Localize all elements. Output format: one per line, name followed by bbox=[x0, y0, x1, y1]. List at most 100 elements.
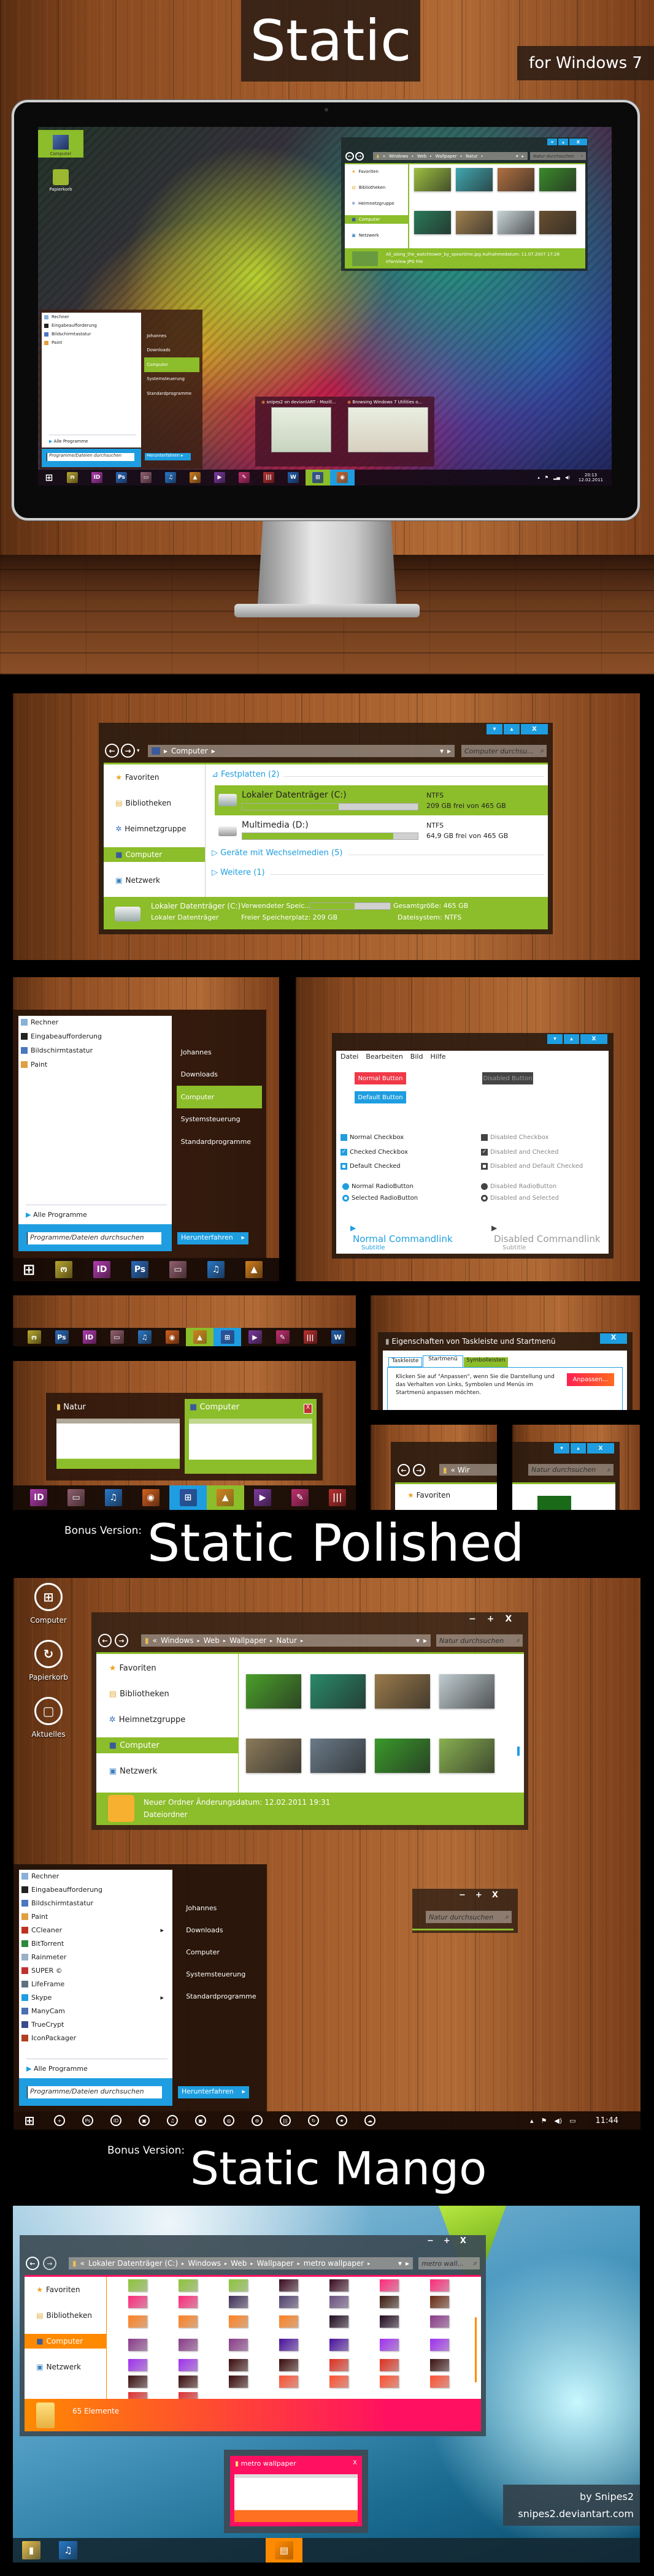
taskbar-button-barcode-app[interactable]: ||| bbox=[296, 1328, 324, 1346]
nav-item-heimnetzgruppe[interactable]: ✲ Heimnetzgruppe bbox=[104, 821, 205, 836]
breadcrumb-natur[interactable]: Natur bbox=[276, 1636, 297, 1645]
minimize-button[interactable]: ▾ bbox=[547, 139, 557, 145]
taskbar-button[interactable]: ☁ bbox=[356, 2111, 384, 2130]
nav-item-heimnetzgruppe[interactable]: ✲ Heimnetzgruppe bbox=[96, 1712, 238, 1728]
nav-item-favoriten[interactable]: ★ Favoriten bbox=[345, 167, 408, 176]
thumbnail[interactable] bbox=[179, 2359, 198, 2371]
tray-expand-icon[interactable]: ▴ bbox=[530, 2117, 534, 2125]
menu-hilfe[interactable]: Hilfe bbox=[430, 1053, 445, 1061]
normal-commandlink[interactable]: ▶ Normal Commandlink Subtitle bbox=[350, 1221, 453, 1251]
program-paint[interactable]: Paint bbox=[42, 340, 141, 345]
taskbar-button-itunes[interactable]: ♫ bbox=[95, 1485, 133, 1510]
place-computer[interactable]: Computer bbox=[144, 357, 199, 372]
close-button[interactable]: X bbox=[569, 139, 587, 145]
close-button[interactable]: X bbox=[600, 1333, 627, 1344]
thumbnail[interactable] bbox=[229, 2376, 248, 2388]
breadcrumb-metro-wallpaper[interactable]: metro wallpaper bbox=[304, 2259, 364, 2268]
peek-thumbnail-2[interactable] bbox=[348, 407, 428, 452]
close-button[interactable]: X bbox=[521, 724, 548, 734]
taskbar-button[interactable]: ▣ bbox=[187, 2111, 215, 2130]
place-standardprogramme[interactable]: Standardprogramme bbox=[182, 1985, 256, 2007]
search-input[interactable]: Computer durchsu... ⌕ bbox=[461, 745, 547, 757]
credit-site[interactable]: snipes2.deviantart.com bbox=[509, 2506, 634, 2523]
taskbar-button[interactable]: ID bbox=[102, 2111, 130, 2130]
program-eingabeaufforderung[interactable]: Eingabeaufforderung bbox=[42, 323, 141, 328]
thumbnail[interactable] bbox=[375, 1739, 430, 1773]
program-super[interactable]: SUPER © bbox=[19, 1967, 172, 1975]
breadcrumb-windows[interactable]: Windows bbox=[188, 2259, 221, 2268]
nav-item-netzwerk[interactable]: ▣ Netzwerk bbox=[96, 1763, 238, 1779]
thumbnail[interactable] bbox=[430, 2315, 449, 2328]
search-input[interactable]: Natur durchsuchen ⌕ bbox=[530, 152, 586, 160]
taskbar-button-vlc[interactable]: ▲ bbox=[235, 1258, 273, 1281]
scrollbar-thumb[interactable] bbox=[517, 1747, 520, 1756]
breadcrumb-overflow[interactable]: « bbox=[383, 154, 385, 159]
address-dropdown[interactable]: ▾ bbox=[416, 1636, 420, 1645]
shutdown-button[interactable]: Herunterfahren ▸ bbox=[177, 1232, 248, 1244]
thumbnail[interactable] bbox=[430, 2279, 449, 2292]
program-paint[interactable]: Paint bbox=[19, 1913, 172, 1921]
nav-item-favoriten[interactable]: ★ Favoriten bbox=[96, 1660, 238, 1676]
thumbnail[interactable] bbox=[128, 2315, 147, 2328]
thumbnail[interactable] bbox=[329, 2359, 348, 2371]
taskbar-button-inkscape[interactable]: ✎ bbox=[232, 470, 256, 486]
thumbnail[interactable] bbox=[380, 2376, 399, 2388]
thumbnail[interactable] bbox=[414, 168, 451, 191]
start-button[interactable]: ⊞ bbox=[38, 470, 60, 486]
desktop-icon-papierkorb[interactable]: ↻ Papierkorb bbox=[27, 1640, 70, 1682]
taskbar-button-indesign[interactable]: ID bbox=[83, 1258, 121, 1281]
thumbnail[interactable] bbox=[229, 2359, 248, 2371]
back-button[interactable]: ← bbox=[398, 1464, 410, 1476]
address-bar[interactable]: ▮ «Lokaler Datenträger (C:) ▸ Windows ▸ Web ▸ W… bbox=[69, 2257, 413, 2269]
breadcrumb-web[interactable]: Web bbox=[417, 154, 426, 159]
clock[interactable]: 11:44 bbox=[596, 2116, 618, 2125]
address-dropdown[interactable]: ▾ bbox=[516, 154, 518, 159]
forward-button[interactable]: → bbox=[115, 1634, 128, 1647]
thumbnail[interactable] bbox=[179, 2296, 198, 2308]
peek-title-2[interactable]: ◉ Browsing Windows 7 Utilities o... bbox=[347, 400, 422, 405]
back-button[interactable]: ← bbox=[26, 2257, 39, 2270]
radio-normal-radiobutton[interactable]: Normal RadioButton bbox=[342, 1181, 418, 1192]
thumbnail[interactable] bbox=[329, 2296, 348, 2308]
taskbar-button-itunes[interactable]: ♫ bbox=[131, 1328, 158, 1346]
refresh-button[interactable]: ▸ bbox=[447, 747, 451, 755]
place-downloads[interactable]: Downloads bbox=[144, 343, 199, 358]
taskbar-button-indesign[interactable]: ID bbox=[20, 1485, 58, 1510]
taskbar-button[interactable]: Ps bbox=[74, 2111, 102, 2130]
breadcrumb-overflow[interactable]: « bbox=[80, 2259, 85, 2268]
maximize-button[interactable]: + bbox=[475, 1891, 482, 1900]
taskbar-button-firefox[interactable]: ◉ bbox=[158, 1328, 186, 1346]
place-systemsteuerung[interactable]: Systemsteuerung bbox=[144, 372, 199, 387]
thumbnail[interactable] bbox=[539, 168, 576, 191]
thumbnail[interactable] bbox=[246, 1739, 301, 1773]
desktop-icon-aktuelles[interactable]: ▢ Aktuelles bbox=[27, 1697, 70, 1739]
nav-item-netzwerk[interactable]: ▣ Netzwerk bbox=[104, 873, 205, 888]
thumbnail[interactable] bbox=[456, 168, 493, 191]
taskbar-button-itunes[interactable]: ♫ bbox=[158, 470, 183, 486]
close-button[interactable]: X bbox=[580, 1034, 607, 1044]
thumbnail[interactable] bbox=[498, 211, 534, 234]
nav-item-bibliotheken[interactable]: ▤ Bibliotheken bbox=[345, 183, 408, 192]
thumbnail[interactable] bbox=[229, 2279, 248, 2292]
taskbar-button-vlc[interactable]: ▲ bbox=[183, 470, 207, 486]
thumbnail[interactable] bbox=[279, 2359, 298, 2371]
menu-datei[interactable]: Datei bbox=[340, 1053, 358, 1061]
maximize-button[interactable]: ▴ bbox=[504, 724, 520, 734]
breadcrumb-natur[interactable]: Natur bbox=[466, 154, 478, 159]
shutdown-options-arrow[interactable]: ▸ bbox=[242, 2087, 245, 2097]
tab-startmenue[interactable]: Startmenü bbox=[423, 1355, 463, 1368]
nav-item-favoriten[interactable]: ★ Favoriten bbox=[25, 2282, 106, 2297]
default-button[interactable]: Default Button bbox=[355, 1091, 406, 1103]
checkbox-checked-checkbox[interactable]: ✓ Checked Checkbox bbox=[340, 1145, 408, 1160]
taskbar-button[interactable]: ★ bbox=[328, 2111, 356, 2130]
address-bar[interactable]: ▮ «Windows ▸ Web ▸ Wallpaper ▸ Natur ▸ ▾ ▸ bbox=[373, 152, 528, 160]
search-input[interactable]: Natur durchsuchen ⌕ bbox=[426, 1911, 512, 1923]
menu-bild[interactable]: Bild bbox=[410, 1053, 423, 1061]
breadcrumb-computer[interactable]: Computer bbox=[171, 747, 208, 755]
network-icon[interactable]: ▭ bbox=[569, 2117, 575, 2125]
taskbar-button-media-player[interactable]: ▶ bbox=[241, 1328, 269, 1346]
taskbar-button[interactable]: ♫ bbox=[158, 2111, 187, 2130]
thumbnail[interactable] bbox=[229, 2315, 248, 2328]
taskbar-button-monitor[interactable]: ▭ bbox=[103, 1328, 131, 1346]
all-programs[interactable]: ▶ Alle Programme bbox=[49, 439, 88, 444]
